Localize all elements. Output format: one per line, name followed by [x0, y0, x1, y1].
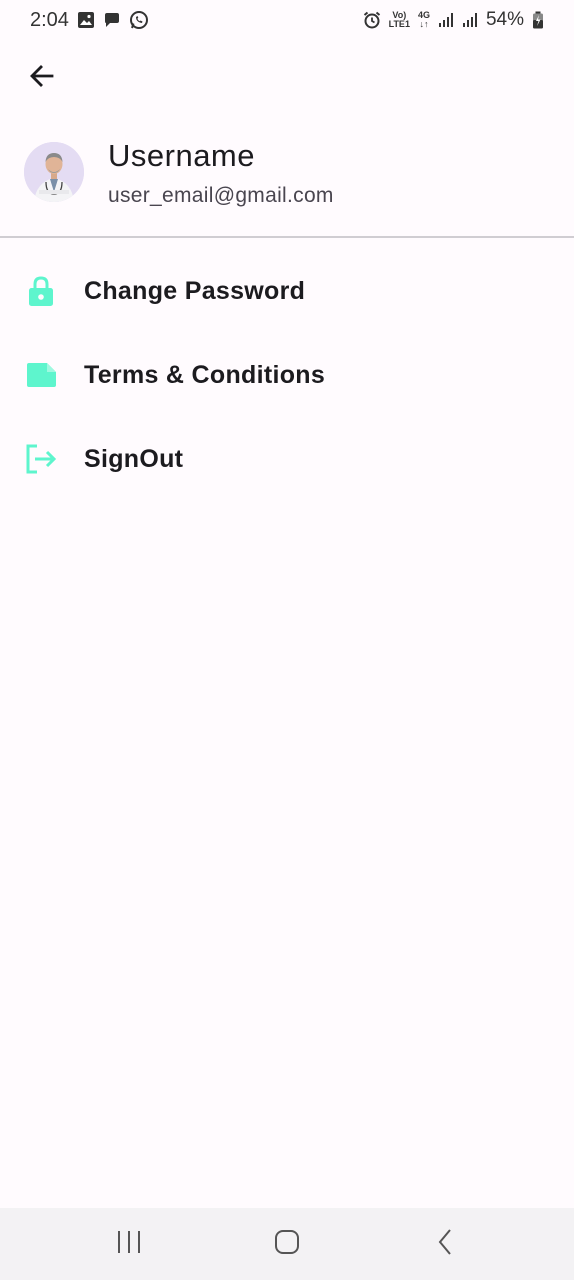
back-icon: [436, 1228, 454, 1261]
app-bar: Profile: [0, 40, 574, 116]
data-arrows-icon: ↓↑: [419, 19, 429, 29]
signout-icon: [24, 442, 58, 476]
status-left: 2:04: [30, 9, 149, 32]
lock-icon: [24, 274, 58, 308]
back-button[interactable]: [20, 56, 64, 100]
system-nav-bar: [0, 1208, 574, 1280]
whatsapp-icon: [129, 10, 149, 30]
chat-icon: [103, 11, 121, 29]
menu-item-signout[interactable]: SignOut: [0, 417, 574, 501]
menu-item-label: Terms & Conditions: [84, 360, 326, 389]
battery-charging-icon: [532, 11, 544, 29]
profile-email: user_email@gmail.com: [108, 184, 334, 207]
recents-icon: [116, 1230, 142, 1259]
arrow-left-icon: [28, 62, 56, 95]
signal-icon: [438, 12, 454, 28]
signal-icon: [462, 12, 478, 28]
status-right: Vo) LTE1 4G ↓↑ 54%: [363, 9, 544, 31]
home-button[interactable]: [257, 1214, 317, 1274]
settings-menu: Change Password Terms & Conditions SignO…: [0, 238, 574, 501]
network-type: 4G ↓↑: [418, 11, 430, 29]
alarm-icon: [363, 11, 381, 29]
avatar: [24, 142, 84, 202]
menu-item-label: SignOut: [84, 444, 184, 473]
profile-header: Username user_email@gmail.com: [0, 116, 574, 236]
menu-item-terms-conditions[interactable]: Terms & Conditions: [0, 333, 574, 417]
recents-button[interactable]: [99, 1214, 159, 1274]
home-icon: [274, 1229, 300, 1260]
menu-item-label: Change Password: [84, 276, 306, 305]
system-back-button[interactable]: [415, 1214, 475, 1274]
gallery-icon: [77, 11, 95, 29]
network-bottom-label: LTE1: [388, 19, 410, 29]
status-bar: 2:04 Vo) LTE1 4G ↓↑ 54%: [0, 0, 574, 40]
menu-item-change-password[interactable]: Change Password: [0, 249, 574, 333]
document-icon: [24, 358, 58, 392]
app-title: Profile: [108, 65, 192, 90]
status-time: 2:04: [30, 8, 69, 31]
network-indicator: Vo) LTE1: [389, 11, 410, 29]
battery-level: 54%: [485, 9, 524, 30]
profile-name: Username: [108, 138, 255, 173]
doctor-avatar-image: [24, 142, 84, 202]
